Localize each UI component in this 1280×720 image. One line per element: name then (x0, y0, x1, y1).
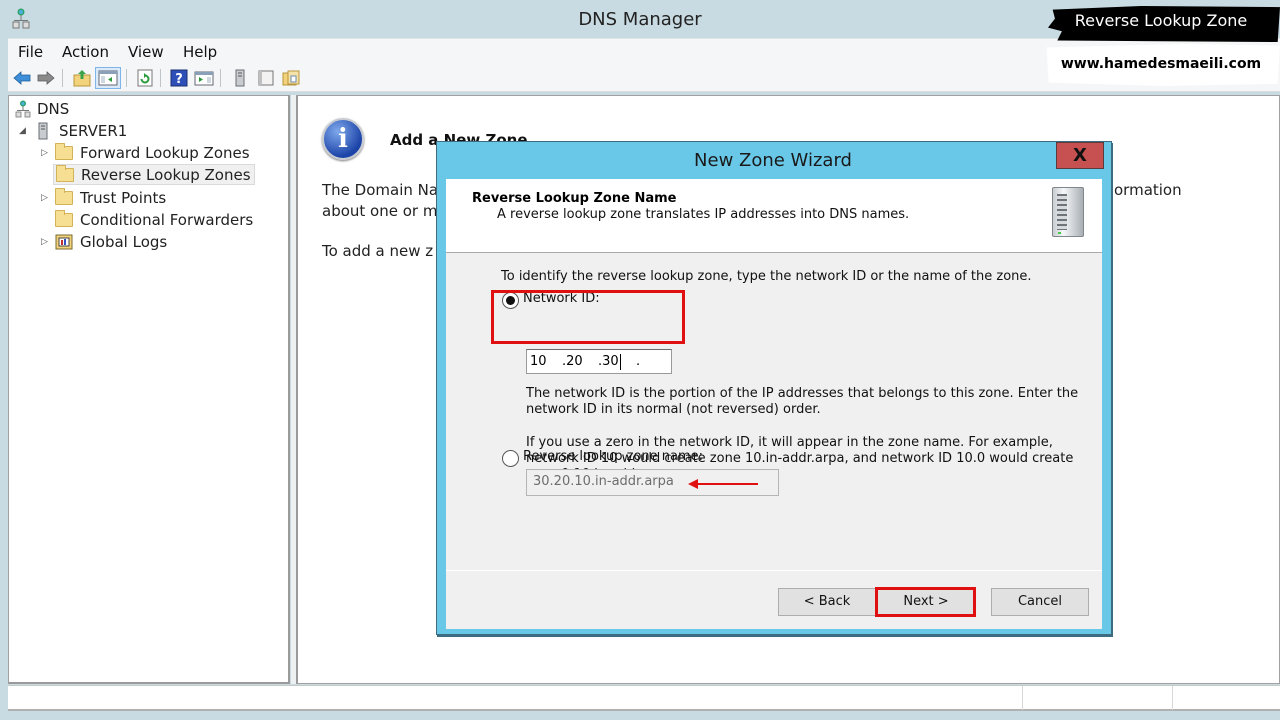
folder-icon (55, 187, 73, 205)
console-tree: DNS ◢ SERVER1 ▷ Forward Lookup Zones Rev… (8, 95, 290, 684)
server-tower-icon (1052, 187, 1084, 237)
forward-arrow-icon[interactable] (36, 68, 56, 88)
help-icon[interactable]: ? (169, 68, 189, 88)
cancel-button[interactable]: Cancel (991, 588, 1089, 616)
menu-action[interactable]: Action (62, 43, 109, 61)
dns-network-icon (15, 100, 31, 117)
new-zone-wizard-dialog: New Zone Wizard X Reverse Lookup Zone Na… (436, 141, 1112, 635)
blank-page-icon[interactable] (256, 68, 276, 88)
show-hide-console-tree-button[interactable] (95, 67, 121, 89)
tree-item-trust-points[interactable]: Trust Points (55, 187, 166, 208)
menu-help[interactable]: Help (183, 43, 217, 61)
up-folder-icon[interactable] (72, 68, 92, 88)
folder-icon (55, 142, 73, 160)
status-segment (1022, 686, 1172, 710)
status-bar (8, 685, 1280, 711)
text-caret (620, 354, 621, 370)
instruction-text: To identify the reverse lookup zone, typ… (501, 269, 1032, 284)
octet-2[interactable]: .20 (562, 354, 583, 369)
back-button[interactable]: < Back (778, 588, 876, 616)
toolbar-separator (126, 69, 127, 87)
refresh-icon[interactable] (135, 68, 155, 88)
expand-arrow-icon[interactable]: ▷ (41, 193, 48, 203)
octet-3[interactable]: .30 (598, 354, 619, 369)
network-id-input[interactable]: 10 .20 .30 . (526, 349, 672, 374)
folder-icon (55, 209, 73, 227)
content-text-line1-end: ormation (1114, 181, 1182, 199)
wizard-header: Reverse Lookup Zone Name A reverse looku… (446, 179, 1102, 253)
close-button[interactable]: X (1056, 142, 1104, 169)
svg-text:?: ? (175, 72, 183, 87)
toolbar-separator (62, 69, 63, 87)
tree-item-global-logs[interactable]: Global Logs (55, 231, 167, 252)
tree-label: Reverse Lookup Zones (81, 165, 251, 184)
folder-icon (56, 164, 74, 182)
tree-item-dns[interactable]: DNS (15, 98, 69, 119)
close-icon: X (1073, 145, 1087, 166)
menu-view[interactable]: View (128, 43, 164, 61)
content-text-line3: To add a new z (322, 242, 434, 260)
status-segment (1172, 686, 1278, 710)
tree-label: Trust Points (80, 188, 167, 207)
server-icon (38, 122, 48, 139)
banner-title: Reverse Lookup Zone (1074, 11, 1248, 30)
collapse-arrow-icon[interactable]: ◢ (19, 126, 26, 136)
tree-label: Forward Lookup Zones (80, 143, 250, 162)
zone-name-label: Reverse lookup zone name: (523, 449, 704, 464)
wizard-page-title: Reverse Lookup Zone Name (472, 191, 677, 206)
event-log-icon (55, 234, 73, 249)
expand-arrow-icon[interactable]: ▷ (41, 237, 48, 247)
expand-arrow-icon[interactable]: ▷ (41, 148, 48, 158)
tree-label-server1: SERVER1 (59, 121, 128, 140)
button-separator (446, 570, 1102, 571)
tree-label-dns: DNS (37, 99, 70, 118)
network-id-highlight (491, 290, 685, 344)
wizard-page-subtitle: A reverse lookup zone translates IP addr… (497, 207, 910, 222)
banner-website: www.hamedesmaeili.com (1060, 56, 1262, 72)
content-text-line2: about one or m (322, 202, 438, 220)
octet-1[interactable]: 10 (530, 354, 547, 369)
content-text-line1: The Domain Na (322, 181, 439, 199)
tree-label: Global Logs (80, 232, 168, 251)
back-arrow-icon[interactable] (12, 68, 32, 88)
tree-item-conditional-forwarders[interactable]: Conditional Forwarders (55, 209, 253, 230)
show-action-pane-icon[interactable] (194, 68, 214, 88)
dialog-title: New Zone Wizard (694, 150, 852, 171)
tree-item-forward-lookup-zones[interactable]: Forward Lookup Zones (55, 142, 250, 163)
tree-item-reverse-lookup-zones[interactable]: Reverse Lookup Zones (53, 164, 255, 185)
server-icon[interactable] (230, 68, 250, 88)
toolbar-separator (220, 69, 221, 87)
console-tree-icon (98, 70, 118, 86)
folder-copy-icon[interactable] (281, 68, 301, 88)
toolbar-separator (160, 69, 161, 87)
network-id-description-1: The network ID is the portion of the IP … (526, 386, 1079, 401)
tree-label: Conditional Forwarders (80, 210, 254, 229)
next-highlight (875, 587, 976, 617)
zone-name-radio[interactable] (502, 450, 519, 467)
annotation-arrow (688, 479, 758, 489)
octet-4[interactable]: . (636, 354, 640, 369)
menu-file[interactable]: File (18, 43, 43, 61)
info-icon: i (322, 118, 364, 160)
network-id-description-2: network ID in its normal (not reversed) … (526, 402, 821, 417)
tree-item-server1[interactable]: SERVER1 (36, 120, 127, 141)
dialog-body: Reverse Lookup Zone Name A reverse looku… (446, 179, 1102, 629)
